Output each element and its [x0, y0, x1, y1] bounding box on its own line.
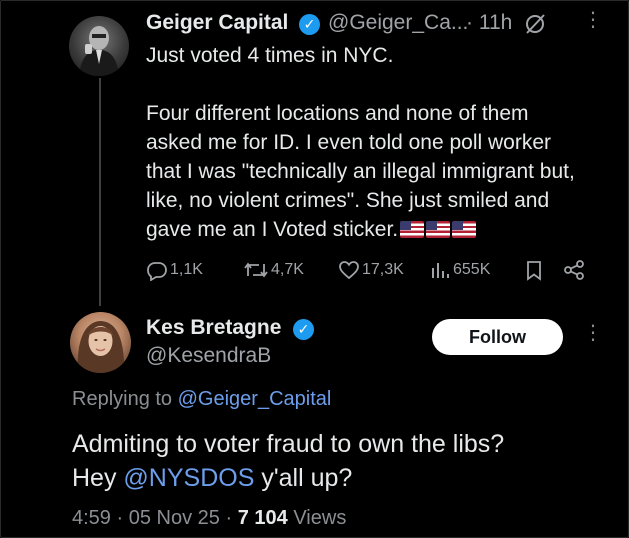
us-flag-icon: [452, 221, 477, 238]
reply-author-handle[interactable]: @KesendraB: [146, 344, 271, 368]
reply-body: Admiting to voter fraud to own the libs?…: [72, 427, 592, 495]
reply-date[interactable]: 05 Nov 25: [129, 507, 220, 529]
like-count: 17,3K: [362, 261, 404, 278]
avatar-portrait-image: [79, 26, 119, 76]
bookmark-action[interactable]: [524, 259, 544, 281]
reply-views-label: Views: [293, 507, 347, 529]
mention-nysdos-link[interactable]: @NYSDOS: [123, 464, 254, 492]
replying-to-label: Replying to: [72, 388, 173, 410]
replying-to-line: Replying to @Geiger_Capital: [72, 388, 331, 411]
tweet-body: Just voted 4 times in NYC. Four differen…: [146, 41, 586, 244]
us-flag-icon: [426, 221, 451, 238]
bookmark-icon: [527, 261, 541, 281]
views-count: 655K: [453, 261, 491, 278]
reply-view-count[interactable]: 7 104: [238, 507, 288, 529]
like-action[interactable]: 17,3K: [338, 259, 404, 281]
reply-text-line1: Admiting to voter fraud to own the libs?: [72, 430, 505, 458]
tweet-more-icon[interactable]: ⋮: [583, 10, 603, 30]
separator-dot: ·: [225, 507, 233, 529]
repost-action[interactable]: 4,7K: [243, 259, 304, 281]
tweet-timestamp[interactable]: · 11h: [466, 11, 512, 35]
like-icon: [339, 261, 359, 280]
reply-time[interactable]: 4:59: [72, 507, 111, 529]
reply-author-name[interactable]: Kes Bretagne: [146, 316, 281, 340]
reply-icon: [147, 262, 167, 281]
reply-text-hey: Hey: [72, 464, 117, 492]
verified-badge-icon: ✓: [299, 14, 320, 35]
reply-text-end: y'all up?: [261, 464, 353, 492]
verified-badge-icon: ✓: [293, 319, 314, 340]
tweet-author-name[interactable]: Geiger Capital: [146, 11, 288, 35]
us-flag-icon: [400, 221, 425, 238]
thread-connector-line: [99, 78, 101, 306]
avatar-kes-bretagne[interactable]: [70, 312, 131, 373]
views-icon: [432, 263, 449, 278]
repost-count: 4,7K: [271, 261, 304, 278]
tweet-text-main: Four different locations and none of the…: [146, 102, 575, 241]
replying-to-handle-link[interactable]: @Geiger_Capital: [178, 388, 332, 410]
tweet-author-handle[interactable]: @Geiger_Ca...: [328, 11, 468, 35]
views-action[interactable]: 655K: [429, 259, 490, 281]
tweet-text-line1: Just voted 4 times in NYC.: [146, 44, 394, 67]
avatar-portrait-image: [77, 321, 125, 373]
follow-button[interactable]: Follow: [432, 319, 563, 355]
us-flags-emoji: [398, 218, 477, 241]
reply-action[interactable]: 1,1K: [146, 259, 203, 281]
share-action[interactable]: [563, 259, 585, 281]
share-icon: [564, 260, 584, 280]
reply-text-line2: Hey @NYSDOS y'all up?: [72, 461, 592, 495]
grok-icon[interactable]: [524, 13, 546, 40]
tweet-text-paragraph2: Four different locations and none of the…: [146, 99, 586, 244]
separator-dot: ·: [116, 507, 124, 529]
reply-metadata: 4:59 · 05 Nov 25 · 7 104 Views: [72, 507, 346, 530]
reply-more-icon[interactable]: ⋮: [583, 323, 603, 343]
avatar-geiger-capital[interactable]: [69, 16, 129, 76]
repost-icon: [244, 262, 268, 278]
reply-count: 1,1K: [170, 261, 203, 278]
